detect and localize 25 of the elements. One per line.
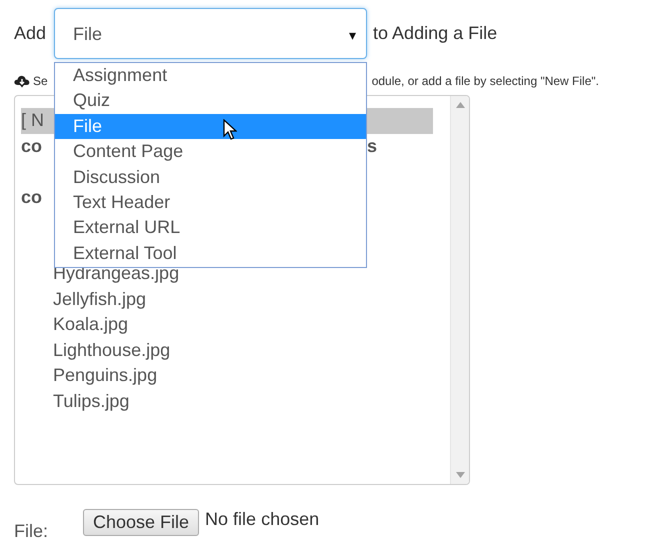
list-item-text: Jellyfish.jpg	[53, 288, 146, 311]
list-row[interactable]: Koala.jpg	[21, 312, 433, 338]
list-item-text: Tulips.jpg	[53, 390, 130, 413]
choose-file-button[interactable]: Choose File	[83, 509, 200, 536]
list-row[interactable]: Jellyfish.jpg	[21, 286, 433, 312]
add-label: Add	[14, 23, 46, 44]
list-row[interactable]: Penguins.jpg	[21, 363, 433, 388]
list-row[interactable]: Tulips.jpg	[21, 388, 433, 414]
scroll-down-icon[interactable]	[456, 472, 464, 478]
list-row[interactable]: Lighthouse.jpg	[21, 338, 433, 363]
module-name-text: to Adding a File	[373, 23, 498, 44]
file-label: File:	[14, 521, 50, 542]
hint-text: odule, or add a file by selecting "New File".	[372, 74, 599, 88]
file-status-text: No file chosen	[205, 509, 320, 530]
list-item-text: [ N	[21, 109, 44, 132]
item-type-select[interactable]: File ▾	[54, 8, 368, 59]
list-item-text: Penguins.jpg	[53, 364, 158, 387]
cloud-download-icon	[14, 74, 30, 88]
list-item-text: Lighthouse.jpg	[53, 338, 170, 362]
dropdown-arrow-icon: ▾	[349, 26, 356, 42]
scroll-up-icon[interactable]	[456, 102, 464, 108]
scrollbar[interactable]	[450, 96, 469, 484]
hint-text: Se	[33, 74, 48, 88]
list-item-text: Koala.jpg	[53, 313, 128, 336]
mouse-cursor-icon	[223, 119, 238, 141]
